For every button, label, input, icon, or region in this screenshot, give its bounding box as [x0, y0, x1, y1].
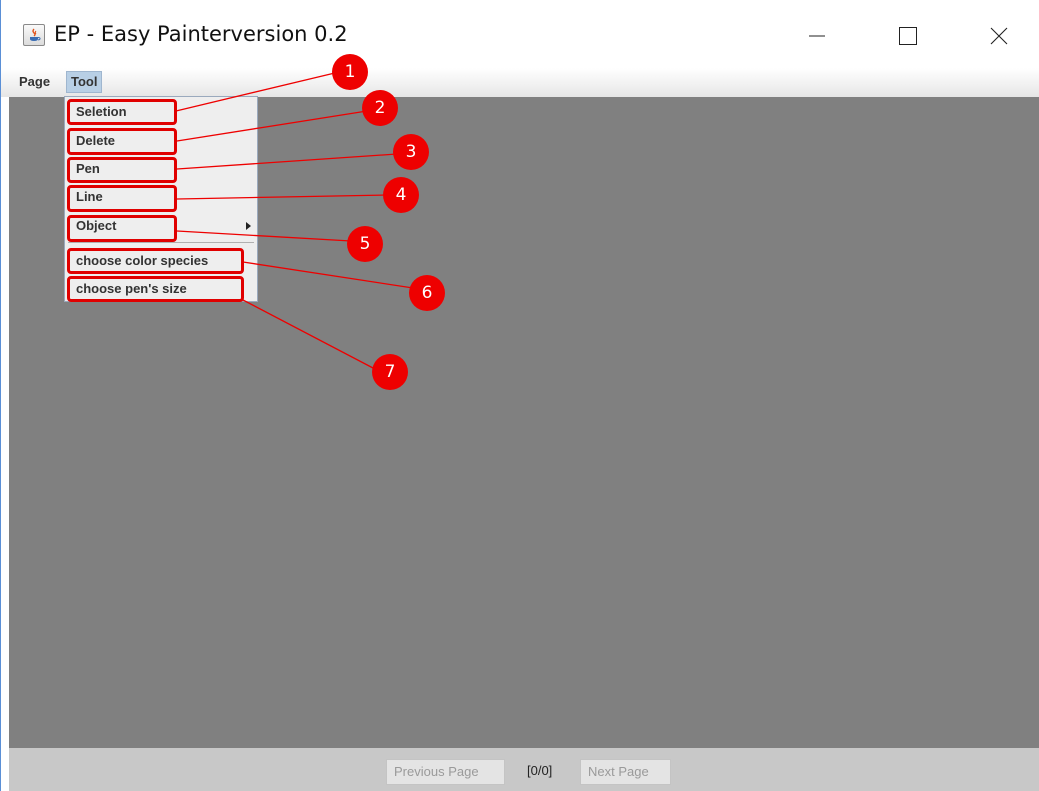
annotation-marker: 5 — [347, 226, 383, 262]
annotation-marker: 6 — [409, 275, 445, 311]
annotation-marker: 2 — [362, 90, 398, 126]
highlight-box — [67, 185, 177, 212]
highlight-box — [67, 248, 244, 274]
highlight-box — [67, 128, 177, 155]
highlight-box — [67, 99, 177, 125]
app-window: EP - Easy Painterversion 0.2 Page Tool P… — [0, 0, 1039, 791]
annotation-marker: 1 — [332, 54, 368, 90]
highlight-box — [67, 157, 177, 183]
highlight-box — [67, 276, 244, 302]
highlight-box — [67, 215, 177, 242]
annotation-marker: 7 — [372, 354, 408, 390]
annotation-marker: 4 — [383, 177, 419, 213]
annotation-marker: 3 — [393, 134, 429, 170]
